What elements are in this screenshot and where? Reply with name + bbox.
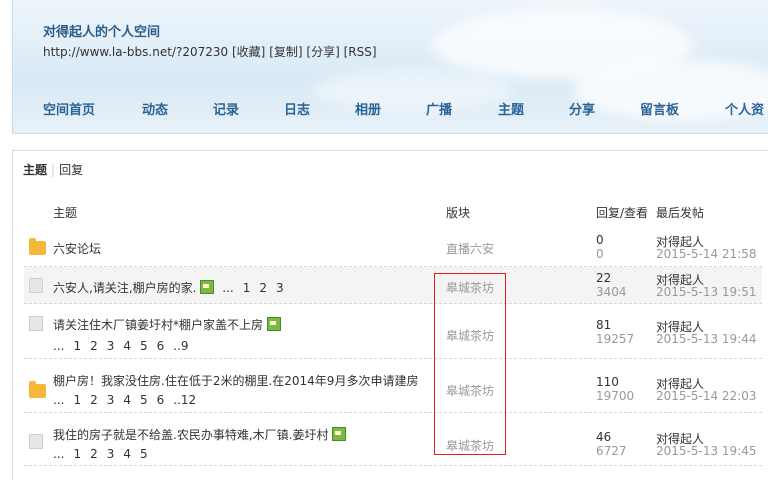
- col-last-post-header: 最后发帖: [656, 206, 705, 220]
- page-ellipsis: ...: [53, 393, 65, 407]
- page-ellipsis: ...: [53, 339, 65, 353]
- page-link[interactable]: ..9: [173, 339, 188, 353]
- nav-topics[interactable]: 主题: [498, 99, 524, 118]
- page-link[interactable]: 5: [140, 393, 148, 407]
- page-link[interactable]: 6: [157, 393, 165, 407]
- last-post-time: 2015-5-13 19:51: [656, 285, 757, 299]
- topic-row: 请关注住木厂镇姜圩村*棚户家盖不上房 ... 1 2 3 4 5 6 ..9 皋城茶坊 81 …: [24, 304, 762, 359]
- rss-link[interactable]: [RSS]: [344, 45, 377, 59]
- topic-panel: 主题 | 回复 主题 版块 回复/查看 最后发帖 六安论坛 直播六安 0 0 对得起…: [12, 150, 768, 480]
- view-count: 6727: [596, 444, 627, 458]
- last-post-time: 2015-5-13 19:44: [656, 332, 757, 346]
- reply-count: 0: [596, 233, 604, 247]
- pagination: ... 1 2 3: [222, 281, 292, 295]
- page-link[interactable]: 3: [107, 447, 115, 461]
- pagination: ... 1 2 3 4 5 6 ..12: [53, 393, 205, 407]
- nav-broadcast[interactable]: 广播: [426, 99, 452, 118]
- topic-row: 六安人,请关注,棚户房的家. ... 1 2 3 皋城茶坊 22 3404 对得起人 …: [24, 267, 762, 304]
- highlight-box: [434, 273, 506, 455]
- nav-feed[interactable]: 动态: [142, 99, 168, 118]
- nav-profile[interactable]: 个人资: [725, 99, 764, 118]
- topic-title[interactable]: 我住的房子就是不给盖.农民办事特难,木厂镇.姜圩村: [53, 428, 328, 442]
- space-nav: 空间首页 动态 记录 日志 相册 广播 主题 分享 留言板 个人资: [43, 99, 768, 119]
- document-icon: [29, 316, 43, 331]
- topic-board[interactable]: 直播六安: [446, 240, 494, 257]
- tab-separator: |: [51, 163, 56, 177]
- page-link[interactable]: 1: [243, 281, 251, 295]
- folder-icon: [29, 381, 46, 398]
- page-link[interactable]: 3: [107, 393, 115, 407]
- page-link[interactable]: 3: [107, 339, 115, 353]
- last-post-time: 2015-5-13 19:45: [656, 444, 757, 458]
- view-count: 0: [596, 247, 604, 261]
- space-url[interactable]: http://www.la-bbs.net/?207230: [43, 45, 228, 59]
- topic-row: 我住的房子就是不给盖.农民办事特难,木厂镇.姜圩村 ... 1 2 3 4 5 皋城茶坊 …: [24, 413, 762, 466]
- topic-title[interactable]: 六安论坛: [53, 240, 101, 257]
- page-link[interactable]: 4: [123, 339, 131, 353]
- page-link[interactable]: 3: [276, 281, 284, 295]
- last-post-time: 2015-5-14 21:58: [656, 247, 757, 261]
- view-count: 19700: [596, 389, 635, 403]
- space-url-row: http://www.la-bbs.net/?207230 [收藏] [复制] …: [43, 43, 377, 60]
- topic-row: 棚户房！我家没住房.住在低于2米的棚里.在2014年9月多次申请建房 ... 1 2…: [24, 359, 762, 413]
- topic-title[interactable]: 六安人,请关注,棚户房的家.: [53, 281, 196, 295]
- topic-title-line: 六安人,请关注,棚户房的家. ... 1 2 3: [53, 279, 293, 296]
- view-count: 19257: [596, 332, 635, 346]
- page-link[interactable]: ..12: [173, 393, 196, 407]
- page-ellipsis: ...: [222, 281, 234, 295]
- topic-title[interactable]: 请关注住木厂镇姜圩村*棚户家盖不上房: [53, 318, 263, 332]
- page-link[interactable]: 5: [140, 447, 148, 461]
- image-attachment-icon: [332, 427, 347, 441]
- pagination: ... 1 2 3 4 5 6 ..9: [53, 339, 198, 353]
- col-board-header: 版块: [446, 206, 471, 220]
- page-link[interactable]: 6: [157, 339, 165, 353]
- topic-tabs: 主题 | 回复: [23, 161, 83, 178]
- page-link[interactable]: 5: [140, 339, 148, 353]
- topic-title-line: 请关注住木厂镇姜圩村*棚户家盖不上房: [53, 316, 282, 333]
- last-post-time: 2015-5-14 22:03: [656, 389, 757, 403]
- nav-records[interactable]: 记录: [213, 99, 239, 118]
- nav-share[interactable]: 分享: [569, 99, 595, 118]
- copy-link[interactable]: [复制]: [269, 45, 302, 59]
- nav-blog[interactable]: 日志: [284, 99, 310, 118]
- reply-count: 81: [596, 318, 612, 332]
- topic-title-line: 我住的房子就是不给盖.农民办事特难,木厂镇.姜圩村: [53, 426, 347, 443]
- space-header: 对得起人的个人空间 http://www.la-bbs.net/?207230 …: [12, 0, 768, 134]
- page-link[interactable]: 1: [73, 447, 81, 461]
- image-attachment-icon: [267, 317, 282, 331]
- nav-home[interactable]: 空间首页: [43, 99, 95, 118]
- page-link[interactable]: 4: [123, 393, 131, 407]
- col-topic-header: 主题: [53, 206, 78, 220]
- topic-row: 六安论坛 直播六安 0 0 对得起人 2015-5-14 21:58: [24, 229, 762, 267]
- document-icon: [29, 278, 43, 293]
- tab-replies[interactable]: 回复: [59, 163, 83, 177]
- view-count: 3404: [596, 285, 627, 299]
- tab-topics[interactable]: 主题: [23, 163, 47, 177]
- page-link[interactable]: 2: [259, 281, 267, 295]
- space-title[interactable]: 对得起人的个人空间: [43, 21, 160, 40]
- reply-count: 22: [596, 271, 612, 285]
- page-ellipsis: ...: [53, 447, 65, 461]
- favorite-link[interactable]: [收藏]: [232, 45, 265, 59]
- page-link[interactable]: 1: [73, 393, 81, 407]
- folder-icon: [29, 238, 46, 255]
- page-link[interactable]: 1: [73, 339, 81, 353]
- reply-count: 46: [596, 430, 612, 444]
- topic-title[interactable]: 棚户房！我家没住房.住在低于2米的棚里.在2014年9月多次申请建房: [53, 372, 418, 389]
- page-link[interactable]: 2: [90, 447, 98, 461]
- share-link[interactable]: [分享]: [306, 45, 339, 59]
- page-link[interactable]: 2: [90, 339, 98, 353]
- col-reply-view-header: 回复/查看: [596, 206, 649, 220]
- page-link[interactable]: 2: [90, 393, 98, 407]
- nav-guestbook[interactable]: 留言板: [640, 99, 679, 118]
- reply-count: 110: [596, 375, 619, 389]
- document-icon: [29, 434, 43, 449]
- pagination: ... 1 2 3 4 5: [53, 447, 157, 461]
- nav-album[interactable]: 相册: [355, 99, 381, 118]
- image-attachment-icon: [200, 280, 215, 294]
- page-link[interactable]: 4: [123, 447, 131, 461]
